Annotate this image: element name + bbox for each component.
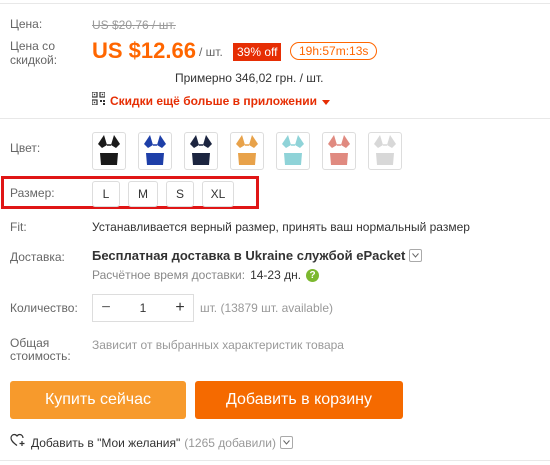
top-divider xyxy=(0,3,550,4)
price-label: Цена: xyxy=(10,17,43,31)
countdown-timer: 19h:57m:13s xyxy=(290,42,378,60)
delivery-label: Доставка: xyxy=(10,250,65,264)
color-swatch[interactable] xyxy=(138,132,172,170)
discounted-price: US $12.66 xyxy=(92,38,196,63)
total-label-line2: стоимость: xyxy=(10,349,71,363)
color-swatch[interactable] xyxy=(368,132,402,170)
delivery-value: Бесплатная доставка в Ukraine службой eP… xyxy=(92,248,406,263)
color-swatches xyxy=(92,132,402,170)
chevron-down-icon xyxy=(280,436,294,449)
delivery-estimate: Расчётное время доставки: 14-23 дн. ? xyxy=(92,268,320,282)
quantity-stepper: − 1 + xyxy=(92,294,194,322)
color-swatch[interactable] xyxy=(276,132,310,170)
fit-value: Устанавливается верный размер, принять в… xyxy=(92,220,470,234)
delivery-selector[interactable]: Бесплатная доставка в Ukraine службой eP… xyxy=(92,248,423,263)
local-price: Примерно 346,02 грн. / шт. xyxy=(175,71,324,85)
discounted-label-line2: скидкой: xyxy=(10,53,58,67)
delivery-estimate-value: 14-23 дн. xyxy=(250,268,302,282)
size-option-xl[interactable]: XL xyxy=(202,181,234,207)
quantity-input[interactable]: 1 xyxy=(119,301,167,315)
color-swatch[interactable] xyxy=(322,132,356,170)
color-swatch[interactable] xyxy=(230,132,264,170)
fit-label: Fit: xyxy=(10,220,27,234)
color-swatch[interactable] xyxy=(92,132,126,170)
increase-button[interactable]: + xyxy=(167,295,193,321)
chevron-down-icon xyxy=(409,249,423,262)
bottom-divider xyxy=(0,460,550,461)
size-label: Размер: xyxy=(10,186,55,200)
size-option-m[interactable]: M xyxy=(128,181,158,207)
qr-code-icon xyxy=(91,91,106,110)
heart-plus-icon xyxy=(10,433,26,452)
app-promo-link[interactable]: Скидки ещё больше в приложении xyxy=(91,91,330,110)
wishlist-count: (1265 добавили) xyxy=(184,435,277,450)
quantity-label: Количество: xyxy=(10,301,78,315)
discount-badge: 39% off xyxy=(233,43,282,61)
size-option-l[interactable]: L xyxy=(92,181,120,207)
price-divider xyxy=(0,118,550,119)
color-label: Цвет: xyxy=(10,141,41,155)
app-promo-text: Скидки ещё больше в приложении xyxy=(110,94,317,108)
old-price: US $20.76 / шт. xyxy=(92,18,176,32)
size-option-s[interactable]: S xyxy=(166,181,194,207)
wishlist-link[interactable]: Добавить в "Мои желания" (1265 добавили) xyxy=(10,433,294,452)
quantity-available: шт. (13879 шт. available) xyxy=(200,301,333,315)
discounted-label-line1: Цена со xyxy=(10,39,55,53)
delivery-estimate-label: Расчётное время доставки: xyxy=(92,268,246,282)
caret-down-icon xyxy=(321,92,330,110)
buy-now-button[interactable]: Купить сейчас xyxy=(10,381,186,419)
add-to-cart-button[interactable]: Добавить в корзину xyxy=(195,381,403,419)
size-options: L M S XL xyxy=(92,181,234,207)
color-swatch[interactable] xyxy=(184,132,218,170)
total-value: Зависит от выбранных характеристик товар… xyxy=(92,338,344,352)
decrease-button[interactable]: − xyxy=(93,295,119,321)
price-per-unit: / шт. xyxy=(199,45,223,59)
wishlist-text: Добавить в "Мои желания" xyxy=(31,435,181,450)
help-icon[interactable]: ? xyxy=(306,268,320,282)
